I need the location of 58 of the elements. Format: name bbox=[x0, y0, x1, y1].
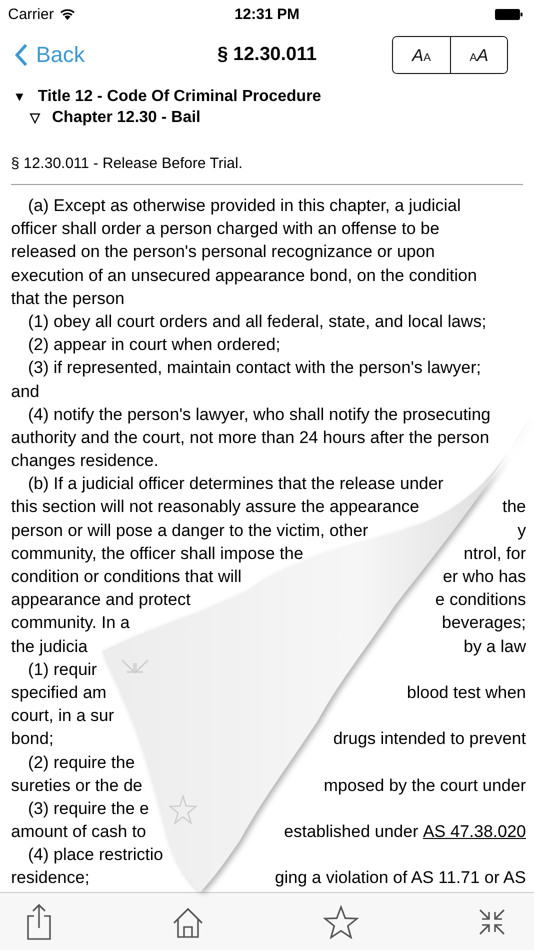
body-text: (2) require the bbox=[28, 752, 135, 774]
body-text: (3) require the e bbox=[28, 798, 149, 820]
body-text: er who has bbox=[442, 566, 526, 588]
body-text: (3) if represented, maintain contact with the person's lawyer; bbox=[28, 357, 482, 380]
section-heading: § 12.30.011 - Release Before Trial. bbox=[10, 154, 244, 174]
body-text: and bbox=[11, 380, 40, 402]
body-text: officer shall order a person charged with an offense to be bbox=[11, 218, 440, 240]
body-text: blood test when bbox=[406, 682, 526, 704]
body-text: e conditions bbox=[435, 589, 526, 612]
title-link[interactable]: Title 12 - Code Of Criminal Procedure bbox=[38, 88, 322, 106]
body-text: (4) place restrictio bbox=[28, 844, 164, 866]
body-text: person or will pose a danger to the victim, other bbox=[11, 520, 368, 542]
body-text: specified am bbox=[11, 682, 106, 704]
body-text: bond; bbox=[11, 728, 54, 750]
body-text: the judicia bbox=[11, 636, 88, 658]
wifi-icon bbox=[58, 8, 76, 20]
body-text: residence; bbox=[11, 867, 90, 890]
body-text: the bbox=[502, 496, 526, 518]
body-text: amount of cash to bbox=[11, 821, 146, 844]
body-text: (1) requir bbox=[28, 658, 97, 681]
body-text: beverages; bbox=[442, 612, 526, 634]
body-text: y bbox=[518, 520, 526, 542]
body-text: changes residence. bbox=[11, 450, 158, 472]
body-text: ntrol, for bbox=[464, 542, 526, 565]
statute-link[interactable]: AS 47.38.020 bbox=[422, 820, 526, 844]
body-text: this section will not reasonably assure the appearance bbox=[11, 496, 420, 518]
font-increase-button[interactable]: AA bbox=[450, 37, 507, 73]
chapter-link[interactable]: Chapter 12.30 - Bail bbox=[52, 108, 200, 126]
nav-title: § 12.30.011 bbox=[217, 44, 317, 66]
body-text: court, in a sur bbox=[11, 705, 114, 728]
body-text: (1) obey all court orders and all federal, state, and local laws; bbox=[28, 310, 486, 333]
body-text: released on the person's personal recognizance or upon bbox=[11, 241, 435, 264]
body-text: drugs intended to prevent bbox=[333, 728, 526, 750]
body-text: authority and the court, not more than 24 hours after the person bbox=[11, 426, 490, 449]
star-icon[interactable] bbox=[323, 904, 360, 938]
share-icon[interactable] bbox=[26, 904, 52, 940]
body-text: established under bbox=[284, 821, 420, 844]
chevron-left-icon bbox=[14, 43, 28, 67]
body-text: condition or conditions that will bbox=[11, 566, 242, 588]
body-text: that the person bbox=[11, 288, 124, 310]
body-text: (b) If a judicial officer determines that the release under bbox=[28, 473, 444, 496]
body-text: by a law bbox=[464, 636, 526, 658]
body-text: ging a violation of AS 11.71 or AS bbox=[274, 867, 526, 890]
body-text: (4) notify the person's lawyer, who shall notify the prosecuting bbox=[28, 404, 490, 426]
body-text: mposed by the court under bbox=[324, 774, 526, 797]
collapse-icon[interactable] bbox=[478, 908, 506, 936]
carrier-name: Carrier bbox=[8, 6, 54, 22]
status-time: 12:31 PM bbox=[234, 6, 300, 22]
body-text: community, the officer shall impose the bbox=[11, 542, 304, 565]
body-text: sureties or the de bbox=[11, 774, 142, 797]
body-text: appearance and protect bbox=[11, 589, 191, 612]
tree-toggle[interactable]: ▽ bbox=[30, 110, 40, 125]
body-text: (a) Except as otherwise provided in this chapter, a judicial bbox=[28, 195, 461, 217]
body-text: community. In a bbox=[11, 612, 130, 634]
tree-toggle[interactable]: ▼ bbox=[13, 89, 26, 104]
body-text: execution of an unsecured appearance bond, on the condition bbox=[11, 264, 477, 287]
body-text: (2) appear in court when ordered; bbox=[28, 334, 280, 356]
battery-icon bbox=[495, 8, 523, 20]
